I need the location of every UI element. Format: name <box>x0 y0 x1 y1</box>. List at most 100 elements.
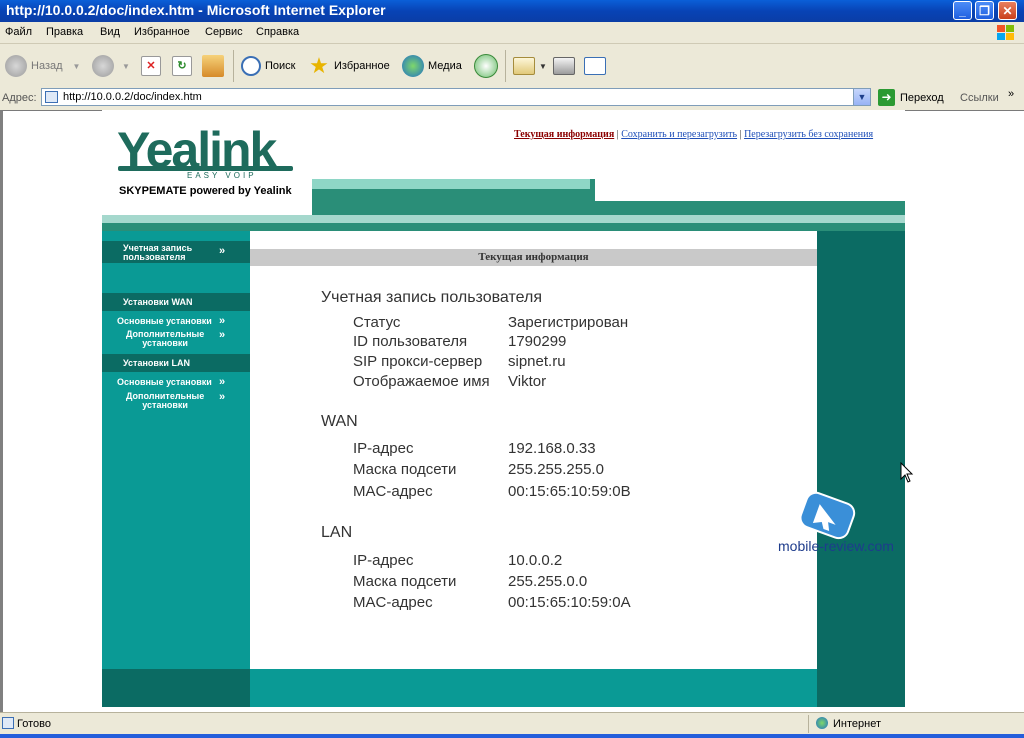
internet-zone-icon <box>816 717 828 729</box>
link-current-info[interactable]: Текущая информация <box>514 129 614 140</box>
sidebar-item-lan-advanced[interactable]: Дополнительные установки <box>126 392 204 410</box>
address-dropdown-icon[interactable]: ▼ <box>853 89 870 105</box>
search-label: Поиск <box>265 60 296 72</box>
mail-dropdown-icon[interactable]: ▼ <box>539 62 547 71</box>
sidebar-item-wan-basic[interactable]: Основные установки <box>117 317 212 326</box>
row-value: 255.255.255.0 <box>508 461 604 478</box>
link-save-reboot[interactable]: Сохранить и перезагрузить <box>621 129 737 140</box>
sidebar-lan-basic-label: Основные установки <box>117 377 212 387</box>
status-bar: Готово Интернет <box>0 712 1024 735</box>
watermark-text: mobile-review.com <box>778 538 894 554</box>
refresh-button[interactable]: ↻ <box>172 52 196 80</box>
history-icon <box>474 54 498 78</box>
links-chevron-icon[interactable]: » <box>1008 88 1014 100</box>
zone-text: Интернет <box>833 718 881 730</box>
address-input[interactable]: http://10.0.0.2/doc/index.htm ▼ <box>41 88 871 106</box>
content-title: Текущая информация <box>250 249 817 266</box>
row-label: Маска подсети <box>353 461 457 478</box>
edit-button[interactable] <box>584 52 610 80</box>
status-divider <box>808 715 809 733</box>
stop-button[interactable]: ✕ <box>141 52 165 80</box>
yealink-config-page: Yealink EASY VOIP SKYPEMATE powered by Y… <box>102 110 905 707</box>
row-label: MAC-адрес <box>353 594 433 611</box>
back-dropdown-icon[interactable]: ▼ <box>73 62 81 71</box>
menu-help[interactable]: Справка <box>256 26 299 38</box>
go-button[interactable]: ➜ Переход <box>878 89 944 106</box>
go-arrow-icon: ➜ <box>878 89 895 106</box>
forward-button[interactable]: ▼ <box>92 52 130 80</box>
content-footer <box>250 669 817 707</box>
content-panel: Текущая информация Учетная запись пользо… <box>250 231 817 707</box>
menu-view[interactable]: Вид <box>100 26 120 38</box>
row-value: 00:15:65:10:59:0A <box>508 594 631 611</box>
minimize-button[interactable]: _ <box>953 1 972 20</box>
window-title: http://10.0.0.2/doc/index.htm - Microsof… <box>6 2 386 18</box>
home-button[interactable] <box>202 52 228 80</box>
search-button[interactable]: Поиск <box>241 52 295 80</box>
sidebar-item-account[interactable]: Учетная запись пользователя » <box>102 241 250 263</box>
sidebar-section-lan: Установки LAN <box>102 354 250 372</box>
header-band <box>312 179 905 215</box>
refresh-icon: ↻ <box>172 56 192 76</box>
sidebar-item-wan-advanced[interactable]: Дополнительные установки <box>126 330 204 348</box>
menu-bar: Файл Правка Вид Избранное Сервис Справка <box>0 22 1024 44</box>
sidebar-account-label-2: пользователя <box>123 252 186 262</box>
print-button[interactable] <box>553 52 579 80</box>
back-label: Назад <box>31 60 63 72</box>
chevron-right-icon: » <box>219 329 226 341</box>
address-bar: Адрес: http://10.0.0.2/doc/index.htm ▼ ➜… <box>0 87 1024 109</box>
sidebar-lan-adv-label-2: установки <box>142 400 188 410</box>
stop-icon: ✕ <box>141 56 161 76</box>
chevron-right-icon: » <box>219 376 226 388</box>
right-panel <box>817 231 905 707</box>
row-label: Статус <box>353 314 401 331</box>
media-label: Медиа <box>428 60 462 72</box>
menu-favorites[interactable]: Избранное <box>134 26 190 38</box>
printer-icon <box>553 57 575 75</box>
close-button[interactable]: ✕ <box>998 1 1017 20</box>
search-icon <box>241 56 261 76</box>
header-stripe-dark <box>102 223 905 231</box>
row-value: 192.168.0.33 <box>508 440 596 457</box>
maximize-button[interactable]: ❐ <box>975 1 994 20</box>
go-label: Переход <box>900 91 944 104</box>
chevron-right-icon: » <box>219 315 226 327</box>
toolbar-separator <box>505 50 506 82</box>
menu-file[interactable]: Файл <box>5 26 32 38</box>
sidebar-item-lan-basic[interactable]: Основные установки <box>117 378 212 387</box>
history-button[interactable] <box>474 52 502 80</box>
home-icon <box>202 55 224 77</box>
row-label: IP-адрес <box>353 440 414 457</box>
toolbar: Назад ▼ ▼ ✕ ↻ Поиск ★ Избранное Медиа ▼ <box>0 44 1024 88</box>
favorites-button[interactable]: ★ Избранное <box>308 52 390 80</box>
media-globe-icon <box>402 55 424 77</box>
forward-arrow-icon <box>92 55 114 77</box>
sidebar-wan-adv-label-2: установки <box>142 338 188 348</box>
page-icon <box>45 91 58 103</box>
sidebar-lan-title: Установки LAN <box>123 358 190 368</box>
star-icon: ★ <box>309 53 329 78</box>
back-arrow-icon <box>5 55 27 77</box>
forward-dropdown-icon[interactable]: ▼ <box>122 62 130 71</box>
media-button[interactable]: Медиа <box>402 52 462 80</box>
link-reboot-nosave[interactable]: Перезагрузить без сохранения <box>744 129 873 140</box>
mail-button[interactable]: ▼ <box>513 52 547 80</box>
window-titlebar: http://10.0.0.2/doc/index.htm - Microsof… <box>0 0 1024 22</box>
row-value: 255.255.0.0 <box>508 573 588 590</box>
row-label: SIP прокси-сервер <box>353 353 483 370</box>
skypemate-label: SKYPEMATE powered by Yealink <box>119 185 292 197</box>
row-value: 00:15:65:10:59:0B <box>508 483 631 500</box>
menu-tools[interactable]: Сервис <box>205 26 243 38</box>
mail-icon <box>513 57 535 75</box>
back-button[interactable]: Назад ▼ <box>5 52 80 80</box>
toolbar-separator <box>233 50 234 82</box>
section-heading-account: Учетная запись пользователя <box>321 289 542 306</box>
menu-edit[interactable]: Правка <box>46 26 83 38</box>
page-status-icon <box>2 717 14 729</box>
row-value: sipnet.ru <box>508 353 566 370</box>
section-heading-wan: WAN <box>321 413 358 430</box>
links-button[interactable]: Ссылки <box>960 92 999 104</box>
chevron-right-icon: » <box>219 391 226 403</box>
section-heading-lan: LAN <box>321 524 353 541</box>
address-label: Адрес: <box>2 92 37 104</box>
